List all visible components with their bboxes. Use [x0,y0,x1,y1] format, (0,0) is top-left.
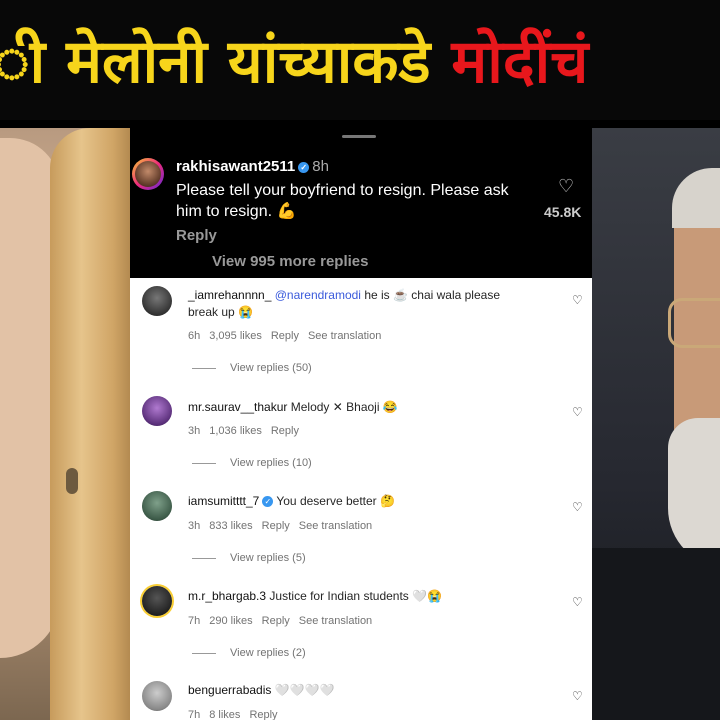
view-replies-link[interactable]: View replies (10) [192,457,312,469]
comment-body: m.r_bhargab.3 Justice for Indian student… [188,588,528,605]
comment-likes[interactable]: 290 likes [209,615,252,627]
comment-meta: 7h 290 likes Reply See translation [188,615,381,627]
reply-button[interactable]: Reply [262,615,290,627]
top-comment-time: 8h [312,158,329,175]
see-translation-link[interactable]: See translation [299,615,372,627]
comment-meta: 3h 1,036 likes Reply [188,425,308,437]
comment-username[interactable]: m.r_bhargab.3 [188,589,266,603]
comment-text: Justice for Indian students 🤍😭 [269,589,443,603]
comment-likes[interactable]: 8 likes [209,709,240,720]
see-translation-link[interactable]: See translation [308,330,381,342]
comment-meta: 3h 833 likes Reply See translation [188,520,381,532]
reply-button[interactable]: Reply [271,330,299,342]
mention-link[interactable]: @narendramodi [275,288,361,302]
heart-outline-icon[interactable]: ♡ [572,405,583,419]
comment-username[interactable]: iamsumitttt_7 [188,494,259,508]
left-person-photo [0,128,130,720]
view-replies-link[interactable]: View replies (5) [192,552,306,564]
right-person-photo [592,128,720,720]
see-translation-link[interactable]: See translation [299,520,372,532]
view-replies-link[interactable]: View replies (2) [192,647,306,659]
top-comment-text: Please tell your boyfriend to resign. Pl… [176,182,509,220]
reply-button[interactable]: Reply [271,425,299,437]
headline-banner: ी मेलोनी यांच्याकडे मोदींचं [0,0,720,120]
comment-username[interactable]: _iamrehannnn_ [188,288,271,302]
comment-time: 3h [188,425,201,437]
comment-time: 3h [188,520,201,532]
headline-part-red: मोदींचं [451,27,589,97]
verified-badge-icon: ✓ [298,161,310,173]
instagram-comments-panel: rakhisawant2511 ✓ 8h Please tell your boyf… [130,128,592,720]
comment-likes[interactable]: 3,095 likes [209,330,262,342]
glasses-shape [668,298,720,348]
view-replies-link[interactable]: View replies (50) [192,362,312,374]
hair-shape [672,168,720,228]
top-comment-likes: 45.8K [544,204,582,220]
comment-username[interactable]: mr.saurav__thakur [188,400,287,414]
comment-body: _iamrehannnn_ @narendramodi he is ☕ chai… [188,287,528,321]
comment-meta: 6h 3,095 likes Reply See translation [188,330,390,342]
top-comment: rakhisawant2511 ✓ 8h Please tell your boyf… [130,128,592,278]
coat-shape [592,548,720,720]
reply-button[interactable]: Reply [176,227,217,244]
headline-part-yellow: ी मेलोनी यांच्याकडे [0,27,452,97]
comment-time: 6h [188,330,201,342]
reply-button[interactable]: Reply [249,709,277,720]
comment-body: iamsumitttt_7 ✓ You deserve better 🤔 [188,493,528,510]
comment-body: mr.saurav__thakur Melody ✕ Bhaoji 😂 [188,399,528,416]
comment-likes[interactable]: 1,036 likes [209,425,262,437]
comment-time: 7h [188,615,201,627]
comment-text: Melody ✕ Bhaoji 😂 [290,400,398,414]
reply-button[interactable]: Reply [262,520,290,532]
sheet-drag-handle[interactable] [342,135,376,138]
beard-shape [668,418,720,568]
comment-username[interactable]: benguerrabadis [188,683,271,697]
avatar[interactable] [142,586,172,616]
top-comment-username[interactable]: rakhisawant2511 ✓ 8h [176,158,329,175]
avatar[interactable] [132,158,164,190]
view-more-replies-link[interactable]: View 995 more replies [212,253,368,270]
heart-outline-icon[interactable]: ♡ [572,689,583,703]
avatar[interactable] [142,286,172,316]
heart-outline-icon[interactable]: ♡ [572,595,583,609]
comment-text: 🤍🤍🤍🤍 [274,683,335,697]
comment-body: benguerrabadis 🤍🤍🤍🤍 [188,682,528,699]
heart-outline-icon[interactable]: ♡ [572,293,583,307]
comment-text: You deserve better 🤔 [276,494,395,508]
comment-meta: 7h 8 likes Reply [188,709,287,720]
verified-badge-icon: ✓ [262,496,274,508]
heart-outline-icon[interactable]: ♡ [558,176,574,197]
hair-shape [50,128,130,720]
heart-outline-icon[interactable]: ♡ [572,500,583,514]
comment-likes[interactable]: 833 likes [209,520,252,532]
headline-text: ी मेलोनी यांच्याकडे मोदींचं [0,22,588,102]
avatar[interactable] [142,396,172,426]
comment-time: 7h [188,709,201,720]
avatar[interactable] [142,681,172,711]
avatar[interactable] [142,491,172,521]
earring-shape [66,468,78,494]
